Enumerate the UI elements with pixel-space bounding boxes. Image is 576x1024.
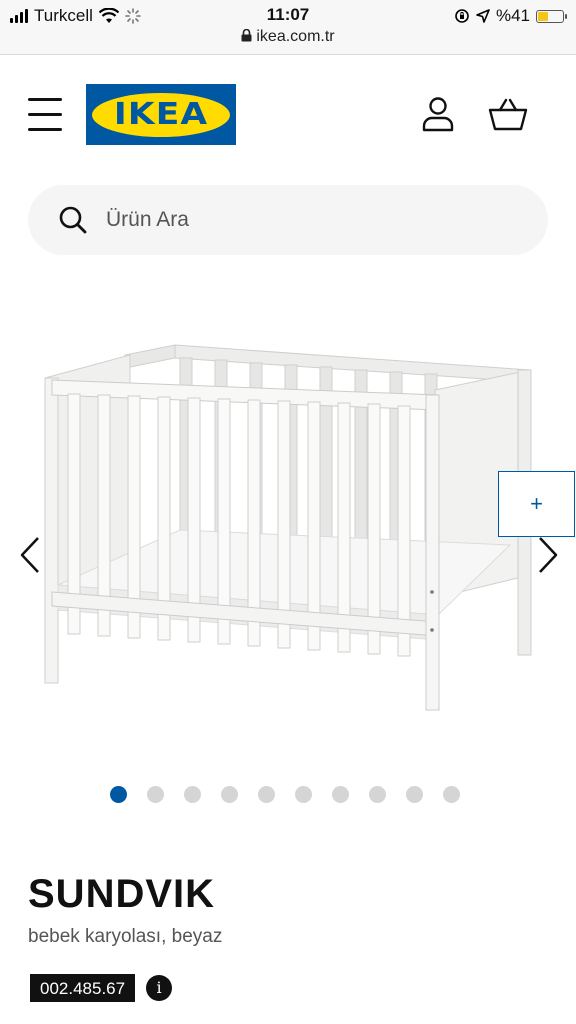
carousel-dot[interactable] [184,786,201,803]
battery-icon [536,9,567,23]
logo-oval: IKEA [92,92,230,137]
product-description: bebek karyolası, beyaz [28,926,223,947]
location-icon [476,9,490,23]
chevron-left-icon[interactable] [18,535,42,575]
site-header: IKEA [0,84,576,146]
carousel-dot[interactable] [443,786,460,803]
search-input[interactable] [104,207,508,233]
carousel-dot[interactable] [295,786,312,803]
product-image[interactable] [40,330,540,730]
url-text: ikea.com.tr [256,28,335,45]
carousel-dots [110,786,460,803]
lock-icon [241,28,252,42]
carousel-dot[interactable] [147,786,164,803]
carousel-dot[interactable] [369,786,386,803]
battery-percent: %41 [495,6,530,25]
logo-text: IKEA [113,97,209,132]
address-bar[interactable]: ikea.com.tr [0,28,576,46]
orientation-lock-icon [455,9,469,23]
article-number: 002.485.67 [30,974,136,1002]
status-bar: Turkcell 11:07 ikea.com.tr %41 [0,0,576,55]
status-right: %41 [454,6,567,26]
zoom-plus-button[interactable]: + [498,471,575,537]
info-icon[interactable]: i [146,975,172,1001]
ikea-logo[interactable]: IKEA [86,84,236,145]
carousel-dot[interactable] [221,786,238,803]
carousel-dot[interactable] [110,786,127,803]
carousel-dot[interactable] [406,786,423,803]
hamburger-menu-icon[interactable] [28,96,64,134]
product-name: SUNDVIK [28,872,216,916]
product-gallery: + [0,310,576,740]
chevron-right-icon[interactable] [536,535,560,575]
search-icon[interactable] [58,205,88,235]
carousel-dot[interactable] [332,786,349,803]
basket-icon[interactable] [488,94,528,134]
user-icon[interactable] [418,94,458,134]
carousel-dot[interactable] [258,786,275,803]
search-bar[interactable] [28,185,548,255]
